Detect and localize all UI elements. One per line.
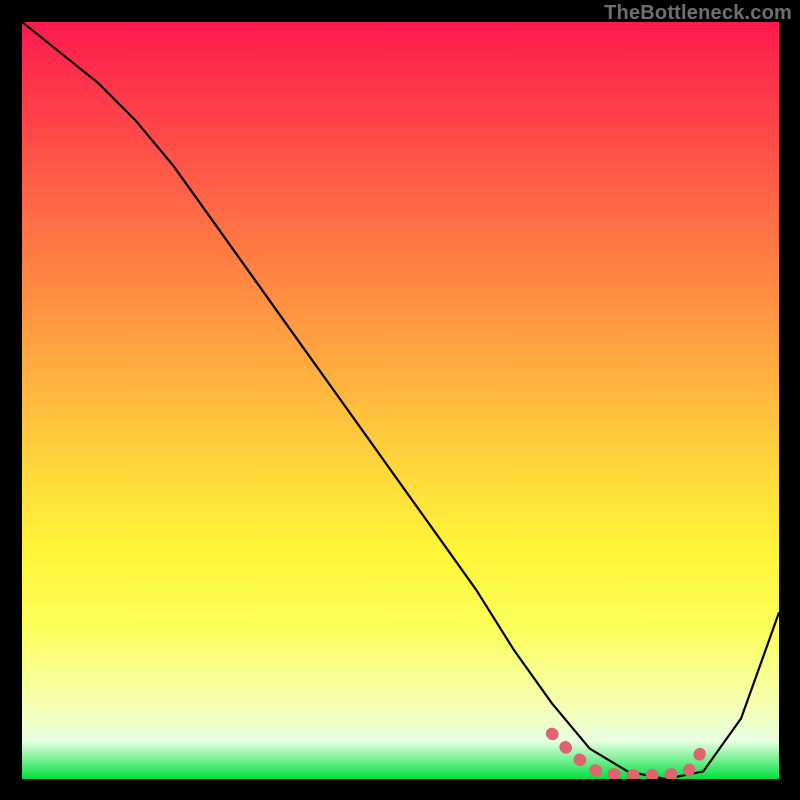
optimal-zone-dashed (552, 734, 703, 776)
chart-frame: TheBottleneck.com (0, 0, 800, 800)
curve-svg (22, 22, 779, 779)
plot-area (22, 22, 779, 779)
bottleneck-curve (22, 22, 779, 779)
